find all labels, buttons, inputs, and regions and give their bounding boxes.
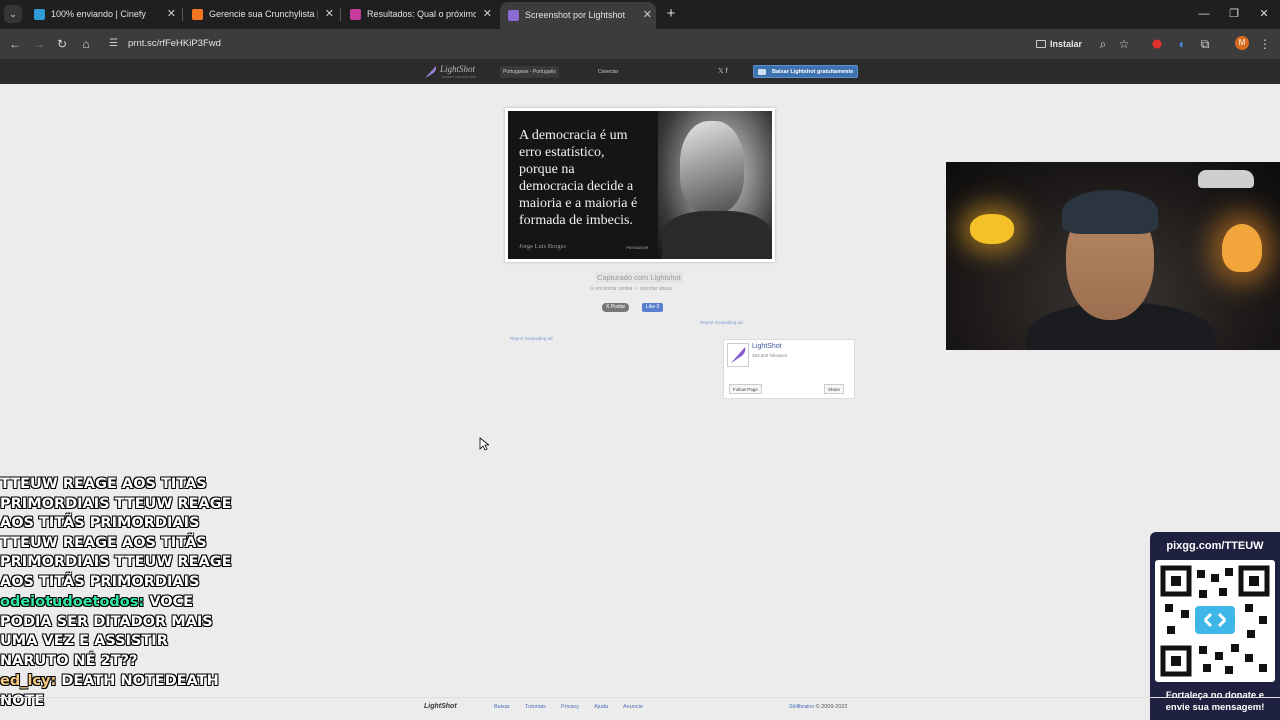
- lamp-right: [1222, 224, 1262, 272]
- tab-cinefy[interactable]: 100% enviando | Cinefy ✕: [26, 0, 180, 29]
- screenshot-frame: A democracia é um erro estatístico, porq…: [505, 108, 775, 262]
- zoom-icon[interactable]: ⌕: [1094, 35, 1112, 53]
- restore-button[interactable]: ❐: [1218, 0, 1250, 29]
- bookmark-star-icon[interactable]: ☆: [1115, 35, 1133, 53]
- tab-crunchyroll[interactable]: Gerencie sua Crunchylista | Cru ✕: [184, 0, 338, 29]
- site-info-icon[interactable]: ☰: [109, 35, 118, 53]
- home-button[interactable]: ⌂: [77, 35, 95, 53]
- minimize-button[interactable]: —: [1188, 0, 1220, 29]
- donate-url: pixgg.com/TTEUW: [1166, 540, 1264, 552]
- footer-link-anuncie[interactable]: Anuncie: [623, 704, 643, 710]
- url-text[interactable]: prnt.sc/rfFeHKiP3Fwd: [128, 33, 221, 55]
- lightshot-feather-icon: [727, 343, 749, 367]
- extension-red-icon[interactable]: ⬣: [1148, 35, 1166, 53]
- report-abuse-link[interactable]: ⚐ reportar abuso: [634, 286, 672, 292]
- qr-code-icon: [1155, 560, 1275, 682]
- tab-title: Gerencie sua Crunchylista | Cru: [209, 9, 318, 19]
- tab-title: Screenshot por Lightshot: [525, 10, 626, 20]
- language-select[interactable]: Portuguese - Português: [500, 66, 559, 78]
- portrait-head: [680, 121, 744, 213]
- extension-blue-icon[interactable]: ◖: [1172, 35, 1190, 53]
- profile-avatar[interactable]: M: [1235, 36, 1249, 50]
- logo-tagline: screen capture tool: [442, 74, 477, 79]
- quote-author: Jorge Luis Borges: [519, 243, 567, 250]
- close-tab-icon[interactable]: ✕: [325, 0, 334, 29]
- footer-link-baixar[interactable]: Baixar: [494, 704, 510, 710]
- donate-panel: pixgg.com/TTEUW Fortaleça no donate e en…: [1150, 532, 1280, 720]
- crunchyroll-favicon-icon: [192, 9, 203, 20]
- fb-followers: 383,509 followers: [752, 353, 788, 358]
- social-icons[interactable]: 𝕏 f: [718, 66, 728, 78]
- report-ad-link[interactable]: Report misleading ad: [700, 320, 743, 325]
- forward-button[interactable]: →: [30, 35, 48, 53]
- fb-share-button[interactable]: Share: [824, 384, 845, 394]
- mouse-cursor-icon: [479, 437, 489, 451]
- webcam-overlay: [946, 162, 1280, 350]
- facebook-page-widget: LightShot 383,509 followers Follow Page …: [723, 339, 855, 399]
- close-tab-icon[interactable]: ✕: [643, 2, 652, 29]
- post-on-x-button[interactable]: X Postar: [602, 303, 630, 312]
- fb-follow-button[interactable]: Follow Page: [729, 384, 762, 394]
- install-app-button[interactable]: Instalar: [1036, 35, 1082, 53]
- back-button[interactable]: ←: [6, 35, 24, 53]
- image-actions: ⊡ encontrar similar ⚐ reportar abuso: [590, 286, 672, 292]
- facebook-like-button[interactable]: Like 0: [642, 303, 664, 312]
- footer-link-ajuda[interactable]: Ajuda: [594, 704, 608, 710]
- download-icon: [758, 69, 766, 75]
- logo-name: LightShot: [440, 64, 476, 74]
- tab-results[interactable]: Resultados: Qual o próximo anime ✕: [342, 0, 496, 29]
- stream-chat: TTEUW REAGE AOS TITAS PRIMORDIAIS TTEUW …: [0, 475, 240, 712]
- chat-message: odeiotudoetodos: VOCE PODIA SER DITADOR …: [0, 593, 240, 671]
- download-lightshot-button[interactable]: Baixar Lightshot gratuitamente: [753, 65, 859, 78]
- browser-menu-icon[interactable]: ⋮: [1256, 35, 1274, 53]
- author-portrait: [658, 111, 772, 259]
- lightshot-logo[interactable]: LightShot screen capture tool: [424, 63, 486, 81]
- fb-page-name[interactable]: LightShot: [752, 343, 782, 350]
- tab-title: 100% enviando | Cinefy: [51, 9, 146, 19]
- close-tab-icon[interactable]: ✕: [483, 0, 492, 29]
- streamer-cap: [1062, 190, 1158, 234]
- tab-divider: [182, 8, 183, 21]
- address-bar[interactable]: ☰ prnt.sc/rfFeHKiP3Fwd: [104, 33, 1029, 55]
- copyright-text: © 2009-2022: [814, 704, 848, 710]
- footer-link-privacy[interactable]: Privacy: [561, 704, 579, 710]
- install-icon: [1036, 40, 1046, 48]
- download-label: Baixar Lightshot gratuitamente: [772, 69, 854, 75]
- poll-favicon-icon: [350, 9, 361, 20]
- browser-toolbar: ← → ↻ ⌂ ☰ prnt.sc/rfFeHKiP3Fwd Instalar …: [0, 29, 1280, 60]
- install-label: Instalar: [1050, 39, 1083, 49]
- chat-username: odeiotudoetodos:: [0, 594, 145, 610]
- tab-search-button[interactable]: ⌄: [4, 5, 22, 23]
- find-similar-link[interactable]: ⊡ encontrar similar: [590, 286, 633, 292]
- quote-text: A democracia é um erro estatístico, porq…: [519, 128, 638, 228]
- captured-with-lightshot: Capturado com Lightshot: [595, 272, 683, 283]
- reload-button[interactable]: ↻: [53, 35, 71, 53]
- tab-strip: ⌄ 100% enviando | Cinefy ✕ Gerencie sua …: [0, 0, 1280, 29]
- pensador-brand: PENSADOR: [626, 245, 649, 250]
- close-tab-icon[interactable]: ✕: [167, 0, 176, 29]
- close-window-button[interactable]: ✕: [1248, 0, 1280, 29]
- new-tab-button[interactable]: +: [664, 0, 678, 28]
- connect-link[interactable]: Conectar: [598, 66, 618, 78]
- toy-car: [1198, 170, 1254, 188]
- footer-copyright: Skillbrains © 2009-2022: [789, 704, 848, 710]
- lightshot-favicon-icon: [508, 10, 519, 21]
- footer-link-tutoriais[interactable]: Tutoriais: [525, 704, 546, 710]
- tab-divider: [340, 8, 341, 21]
- chat-username: ed_lcy:: [0, 673, 57, 689]
- skillbrains-link[interactable]: Skillbrains: [789, 704, 814, 710]
- footer-logo[interactable]: LightShot: [424, 703, 457, 710]
- cinefy-favicon-icon: [34, 9, 45, 20]
- tab-lightshot[interactable]: Screenshot por Lightshot ✕: [500, 2, 656, 29]
- tab-title: Resultados: Qual o próximo anime: [367, 9, 476, 19]
- report-ad-link[interactable]: Report misleading ad: [510, 336, 553, 341]
- chat-message: TTEUW REAGE AOS TITAS PRIMORDIAIS TTEUW …: [0, 476, 232, 590]
- screenshot-image[interactable]: A democracia é um erro estatístico, porq…: [508, 111, 772, 259]
- extensions-puzzle-icon[interactable]: ⧉: [1196, 35, 1214, 53]
- portrait-coat: [662, 211, 772, 259]
- lightshot-header: LightShot screen capture tool Portuguese…: [0, 60, 1280, 84]
- feather-icon: [425, 66, 437, 78]
- lamp-left: [970, 214, 1014, 244]
- lightshot-footer: LightShot Baixar Tutoriais Privacy Ajuda…: [0, 697, 1280, 720]
